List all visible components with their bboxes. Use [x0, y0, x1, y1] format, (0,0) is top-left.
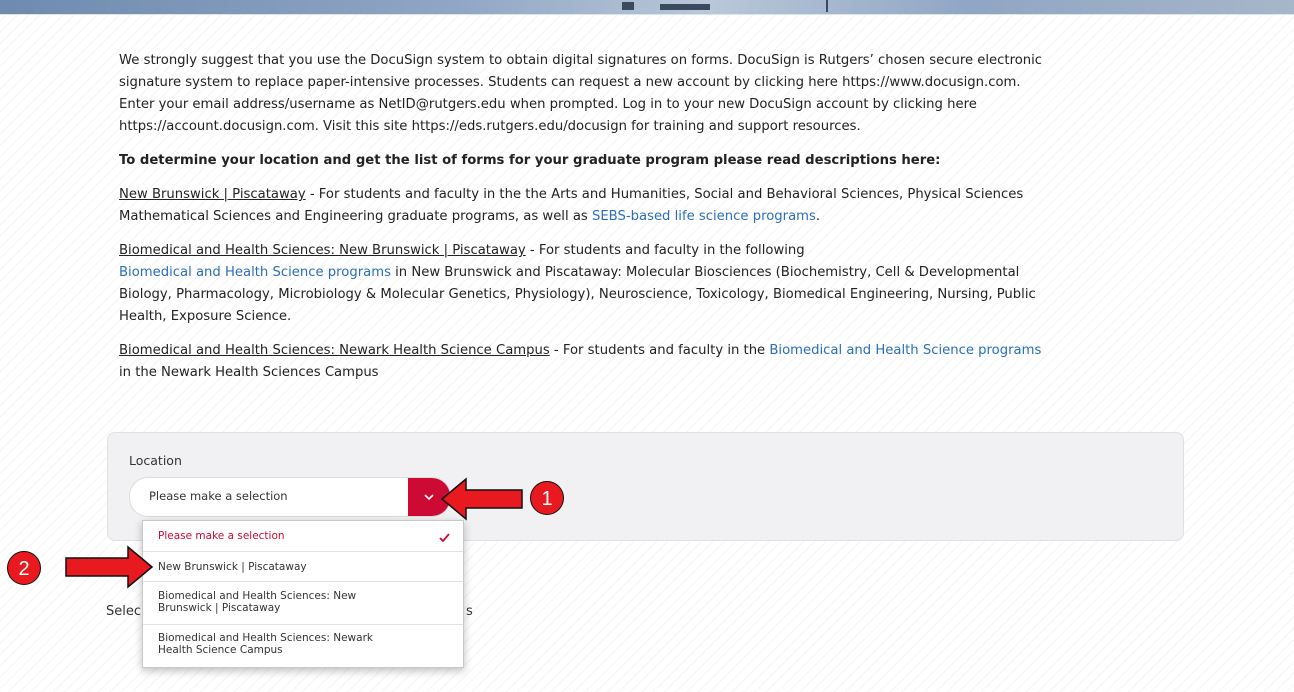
banner-ship-silhouette	[660, 4, 710, 10]
annotation-marker-1: 1	[530, 481, 564, 515]
bhs-text: in New Brunswick and Piscataway: Molecul…	[390, 265, 1020, 280]
dropdown-option-label: Health Science Campus	[158, 644, 283, 656]
select-caption: Selec s	[106, 604, 473, 619]
docusign-paragraph: We strongly suggest that you use the Doc…	[119, 50, 1179, 138]
dropdown-option-label: Brunswick | Piscataway	[158, 602, 281, 614]
annotation-marker-2: 2	[7, 551, 41, 585]
location-select-value: Please make a selection	[149, 489, 288, 503]
dropdown-option[interactable]: Biomedical and Health Sciences: Newark H…	[143, 625, 463, 667]
dropdown-option[interactable]: New Brunswick | Piscataway	[143, 552, 463, 582]
dropdown-option-label: Biomedical and Health Sciences: New	[158, 590, 357, 602]
bhs-description: Biomedical and Health Sciences: New Brun…	[119, 240, 1179, 328]
banner-ship-silhouette	[622, 2, 634, 10]
location-heading: To determine your location and get the l…	[119, 153, 941, 168]
annotation-arrow-left	[440, 477, 523, 521]
bhs-text: Health, Exposure Science.	[119, 309, 292, 324]
nb-link[interactable]: New Brunswick | Piscataway	[119, 187, 306, 202]
nb-description: New Brunswick | Piscataway - For student…	[119, 184, 1179, 228]
intro-line: https://account.docusign.com. Visit this…	[119, 119, 861, 134]
bhs-programs-link[interactable]: Biomedical and Health Science programs	[119, 265, 391, 280]
dropdown-option[interactable]: Biomedical and Health Sciences: New Brun…	[143, 582, 463, 625]
bhs-nb-link[interactable]: Biomedical and Health Sciences: New Brun…	[119, 243, 526, 258]
select-caption-text: s	[466, 604, 473, 619]
newark-text: - For students and faculty in the	[549, 343, 770, 358]
intro-line: We strongly suggest that you use the Doc…	[119, 53, 1043, 68]
intro-line: Enter your email address/username as Net…	[119, 97, 977, 112]
header-banner-image	[0, 0, 1294, 15]
dropdown-option[interactable]: Please make a selection	[143, 521, 463, 552]
location-label: Location	[129, 453, 182, 468]
newark-link[interactable]: Biomedical and Health Sciences: Newark H…	[119, 343, 550, 358]
banner-mast	[826, 0, 828, 12]
location-dropdown-menu: Please make a selection New Brunswick | …	[142, 520, 464, 668]
location-select[interactable]: Please make a selection	[129, 477, 451, 517]
chevron-down-icon	[424, 494, 434, 501]
annotation-arrow-right	[65, 545, 154, 589]
select-caption-text: Selec	[106, 604, 142, 619]
newark-description: Biomedical and Health Sciences: Newark H…	[119, 340, 1179, 384]
main-content: We strongly suggest that you use the Doc…	[119, 50, 1179, 396]
checkmark-icon	[439, 533, 450, 542]
dropdown-option-label: Biomedical and Health Sciences: Newark	[158, 632, 373, 644]
dropdown-option-label: Please make a selection	[158, 530, 285, 542]
intro-line: signature system to replace paper-intens…	[119, 75, 1021, 90]
bhs-text: - For students and faculty in the follow…	[525, 243, 805, 258]
nb-text: Mathematical Sciences and Engineering gr…	[119, 209, 592, 224]
newark-programs-link[interactable]: Biomedical and Health Science programs	[769, 343, 1041, 358]
nb-text: - For students and faculty in the the Ar…	[305, 187, 1024, 202]
bhs-text: Biology, Pharmacology, Microbiology & Mo…	[119, 287, 1036, 302]
dropdown-option-label: New Brunswick | Piscataway	[158, 561, 307, 573]
newark-text: in the Newark Health Sciences Campus	[119, 365, 379, 380]
nb-text: .	[815, 209, 821, 224]
sebs-link[interactable]: SEBS-based life science programs	[592, 209, 816, 224]
